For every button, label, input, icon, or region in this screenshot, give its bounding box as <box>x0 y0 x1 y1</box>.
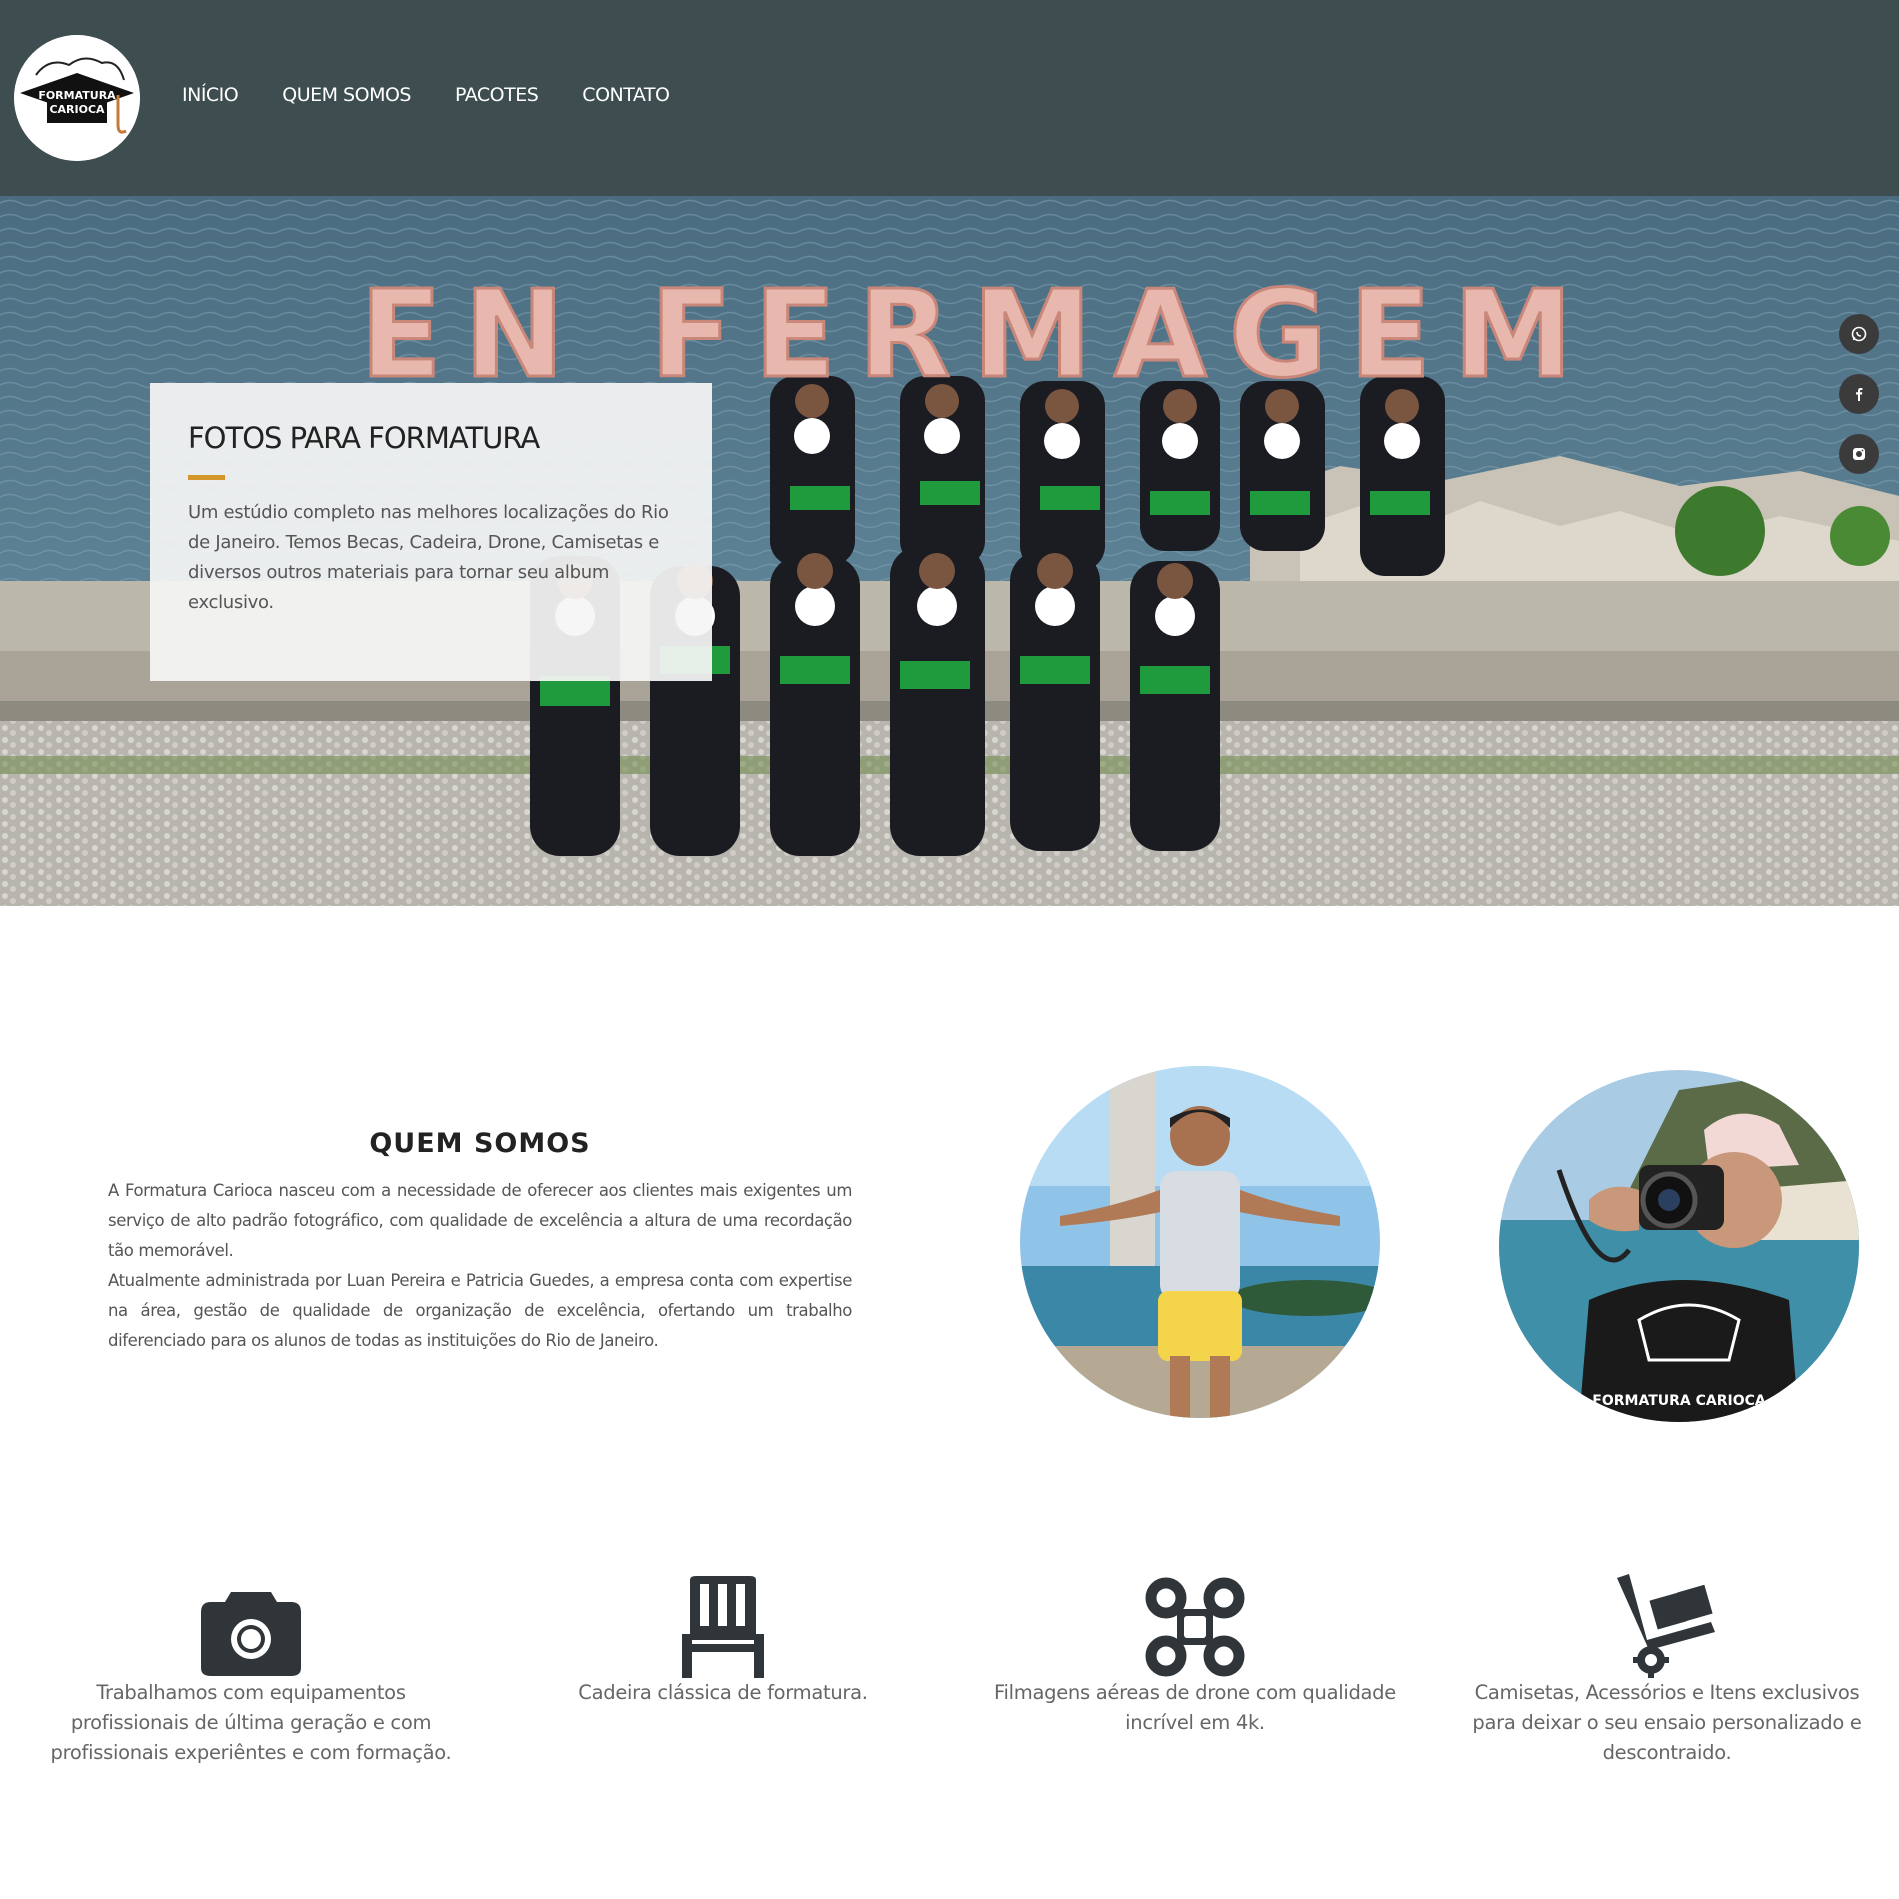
nav-link-contato[interactable]: CONTATO <box>582 84 670 106</box>
instagram-button[interactable] <box>1839 434 1879 474</box>
accent-divider <box>188 475 225 480</box>
hero-banner: EN FERMAGEM FOTOS PARA FORMATURA Um estú… <box>0 196 1899 906</box>
feature-accessories: Camisetas, Acessórios e Itens exclusivos… <box>1452 1570 1882 1768</box>
hero-info-card: FOTOS PARA FORMATURA Um estúdio completo… <box>150 383 712 681</box>
photographer-photo: FORMATURA CARIOCA <box>1499 1070 1859 1422</box>
facebook-icon <box>1856 388 1863 401</box>
instagram-icon <box>1853 448 1865 460</box>
facebook-button[interactable] <box>1839 374 1879 414</box>
hero-description: Um estúdio completo nas melhores localiz… <box>188 502 669 613</box>
team-photo-patricia: FORMATURA CARIOCA <box>1499 1070 1859 1422</box>
hero-title: FOTOS PARA FORMATURA <box>188 421 540 455</box>
about-paragraph-2: Atualmente administrada por Luan Pereira… <box>108 1271 852 1350</box>
nav-link-inicio[interactable]: INÍCIO <box>182 84 239 106</box>
feature-equipment-text: Trabalhamos com equipamentos profissiona… <box>50 1681 452 1764</box>
formatura-carioca-logo[interactable]: FORMATURA CARIOCA <box>14 35 140 161</box>
drone-icon <box>1145 1577 1245 1677</box>
feature-equipment: Trabalhamos com equipamentos profissiona… <box>36 1570 466 1768</box>
whatsapp-button[interactable] <box>1839 314 1879 354</box>
graduation-cap-logo-icon: FORMATURA CARIOCA <box>14 35 140 161</box>
camera-icon <box>201 1592 301 1676</box>
hand-truck-icon <box>1617 1574 1715 1678</box>
feature-drone: Filmagens aéreas de drone com qualidade … <box>980 1570 1410 1738</box>
team-photo-luan <box>1020 1066 1380 1418</box>
feature-accessories-text: Camisetas, Acessórios e Itens exclusivos… <box>1472 1681 1862 1764</box>
about-paragraph-1: A Formatura Carioca nasceu com a necessi… <box>108 1181 852 1260</box>
feature-chair-text: Cadeira clássica de formatura. <box>578 1681 868 1704</box>
whatsapp-icon <box>1851 326 1867 342</box>
feature-drone-text: Filmagens aéreas de drone com qualidade … <box>994 1681 1396 1734</box>
svg-text:FORMATURA CARIOCA: FORMATURA CARIOCA <box>1592 1393 1766 1409</box>
about-title: QUEM SOMOS <box>369 1128 591 1159</box>
person-photo <box>1020 1066 1380 1418</box>
main-navigation: INÍCIO QUEM SOMOS PACOTES CONTATO <box>182 84 713 106</box>
chair-icon <box>682 1576 764 1678</box>
svg-text:CARIOCA: CARIOCA <box>49 103 105 116</box>
about-description: A Formatura Carioca nasceu com a necessi… <box>108 1176 852 1356</box>
feature-chair: Cadeira clássica de formatura. <box>508 1570 938 1708</box>
nav-link-quem-somos[interactable]: QUEM SOMOS <box>282 84 411 106</box>
svg-text:FORMATURA: FORMATURA <box>38 89 116 102</box>
nav-link-pacotes[interactable]: PACOTES <box>455 84 539 106</box>
top-navigation-bar: FORMATURA CARIOCA INÍCIO QUEM SOMOS PACO… <box>0 0 1899 196</box>
